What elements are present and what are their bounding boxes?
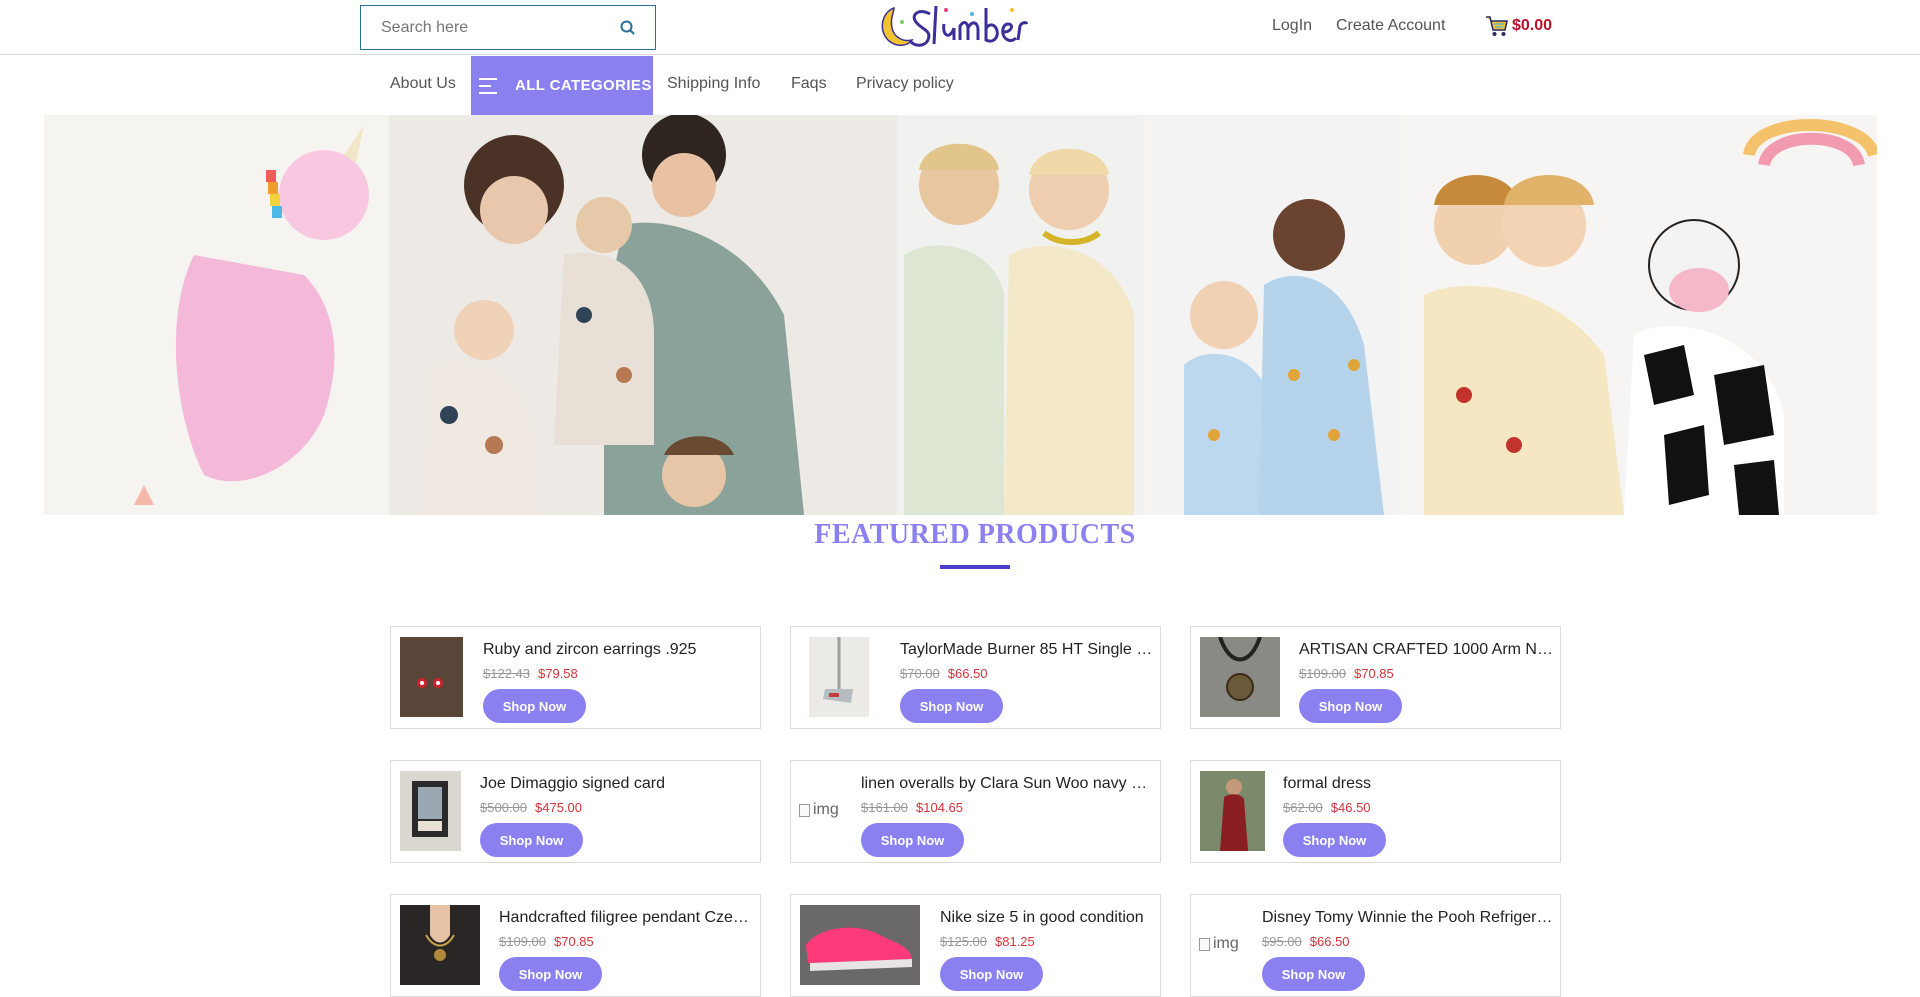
- shop-now-button[interactable]: Shop Now: [1299, 689, 1402, 723]
- old-price: $62.00: [1283, 800, 1323, 815]
- all-categories-label: ALL CATEGORIES: [515, 77, 652, 94]
- shop-now-button[interactable]: Shop Now: [483, 689, 586, 723]
- product-image[interactable]: [400, 771, 461, 851]
- sale-price: $104.65: [916, 800, 963, 815]
- nav-about-us[interactable]: About Us: [390, 75, 456, 93]
- product-name[interactable]: Nike size 5 in good condition: [940, 909, 1154, 927]
- main-nav: About Us ALL CATEGORIES Shipping Info Fa…: [0, 56, 1920, 115]
- banner-image: [44, 115, 1877, 515]
- nav-faqs[interactable]: Faqs: [791, 75, 827, 93]
- product-prices: $125.00 $81.25: [940, 934, 1035, 949]
- product-card[interactable]: Joe Dimaggio signed card $500.00 $475.00 …: [390, 760, 761, 863]
- broken-product-image[interactable]: img: [1199, 935, 1239, 953]
- old-price: $125.00: [940, 934, 987, 949]
- search-input[interactable]: [381, 18, 611, 37]
- boys-pajamas-photo: [897, 115, 1143, 515]
- product-prices: $500.00 $475.00: [480, 800, 582, 815]
- shop-now-button[interactable]: Shop Now: [900, 689, 1003, 723]
- product-prices: $70.00 $66.50: [900, 666, 988, 681]
- family-photo: [389, 115, 939, 515]
- sale-price: $81.25: [995, 934, 1035, 949]
- old-price: $95.00: [1262, 934, 1302, 949]
- product-image[interactable]: [400, 905, 480, 985]
- product-card[interactable]: ARTISAN CRAFTED 1000 Arm Necklace $109.0…: [1190, 626, 1561, 729]
- sale-price: $66.50: [1309, 934, 1350, 949]
- slumber-logo[interactable]: [872, 0, 1028, 54]
- product-prices: $95.00 $66.50: [1262, 934, 1350, 949]
- product-card[interactable]: img Disney Tomy Winnie the Pooh Refriger…: [1190, 894, 1561, 997]
- sale-price: $475.00: [535, 800, 582, 815]
- old-price: $161.00: [861, 800, 908, 815]
- old-price: $109.00: [1299, 666, 1346, 681]
- cart-button[interactable]: $0.00: [1484, 13, 1552, 39]
- product-card[interactable]: Ruby and zircon earrings .925 $122.43 $79…: [390, 626, 761, 729]
- shop-now-button[interactable]: Shop Now: [480, 823, 583, 857]
- shop-now-button[interactable]: Shop Now: [940, 957, 1043, 991]
- product-name[interactable]: TaylorMade Burner 85 HT Single Iron 4: [900, 641, 1154, 659]
- product-name[interactable]: Ruby and zircon earrings .925: [483, 641, 753, 659]
- sale-price: $70.85: [1354, 666, 1394, 681]
- product-prices: $109.00 $70.85: [499, 934, 594, 949]
- product-card[interactable]: formal dress $62.00 $46.50 Shop Now: [1190, 760, 1561, 863]
- product-card[interactable]: img linen overalls by Clara Sun Woo navy…: [790, 760, 1161, 863]
- product-image[interactable]: [1200, 771, 1265, 851]
- product-prices: $122.43 $79.58: [483, 666, 578, 681]
- product-name[interactable]: ARTISAN CRAFTED 1000 Arm Necklace: [1299, 641, 1554, 659]
- nav-shipping-info[interactable]: Shipping Info: [667, 75, 760, 93]
- product-card[interactable]: TaylorMade Burner 85 HT Single Iron 4 $7…: [790, 626, 1161, 729]
- heading-underline: [940, 565, 1010, 569]
- product-prices: $161.00 $104.65: [861, 800, 963, 815]
- shop-now-button[interactable]: Shop Now: [499, 957, 602, 991]
- image-alt-text: img: [813, 801, 839, 818]
- all-categories-button[interactable]: ALL CATEGORIES: [471, 56, 653, 115]
- sale-price: $66.50: [947, 666, 988, 681]
- product-name[interactable]: linen overalls by Clara Sun Woo navy blu…: [861, 775, 1153, 793]
- sale-price: $46.50: [1330, 800, 1371, 815]
- search-box: [360, 5, 656, 50]
- shopping-cart-icon: [1486, 16, 1508, 36]
- cart-total: $0.00: [1512, 17, 1553, 34]
- hamburger-menu-icon: [479, 77, 497, 94]
- top-header: LogIn Create Account $0.00: [0, 0, 1920, 55]
- product-name[interactable]: Handcrafted filigree pendant Czech glass: [499, 909, 754, 927]
- login-link[interactable]: LogIn: [1272, 17, 1312, 35]
- product-image[interactable]: [1200, 637, 1280, 717]
- girls-blue-dresses-photo: [1151, 115, 1397, 515]
- shop-now-button[interactable]: Shop Now: [861, 823, 964, 857]
- product-card[interactable]: Handcrafted filigree pendant Czech glass…: [390, 894, 761, 997]
- old-price: $109.00: [499, 934, 546, 949]
- create-account-link[interactable]: Create Account: [1336, 17, 1445, 35]
- old-price: $122.43: [483, 666, 530, 681]
- product-name[interactable]: Disney Tomy Winnie the Pooh Refrigerator: [1262, 909, 1554, 927]
- nav-privacy-policy[interactable]: Privacy policy: [856, 75, 954, 93]
- product-image[interactable]: [809, 637, 869, 717]
- product-image[interactable]: [800, 905, 920, 985]
- image-alt-text: img: [1213, 935, 1239, 952]
- broken-product-image[interactable]: img: [799, 801, 839, 819]
- product-name[interactable]: Joe Dimaggio signed card: [480, 775, 750, 793]
- product-prices: $62.00 $46.50: [1283, 800, 1371, 815]
- sale-price: $70.85: [554, 934, 594, 949]
- hero-banner[interactable]: [44, 115, 1877, 515]
- shop-now-button[interactable]: Shop Now: [1283, 823, 1386, 857]
- product-prices: $109.00 $70.85: [1299, 666, 1394, 681]
- old-price: $500.00: [480, 800, 527, 815]
- old-price: $70.00: [900, 666, 940, 681]
- featured-products-heading: FEATURED PRODUCTS: [814, 519, 1136, 550]
- sale-price: $79.58: [538, 666, 578, 681]
- shop-now-button[interactable]: Shop Now: [1262, 957, 1365, 991]
- product-card[interactable]: Nike size 5 in good condition $125.00 $81…: [790, 894, 1161, 997]
- search-icon[interactable]: [619, 19, 637, 37]
- girls-cow-lovey-photo: [1405, 115, 1877, 515]
- product-name[interactable]: formal dress: [1283, 775, 1553, 793]
- product-image[interactable]: [400, 637, 463, 717]
